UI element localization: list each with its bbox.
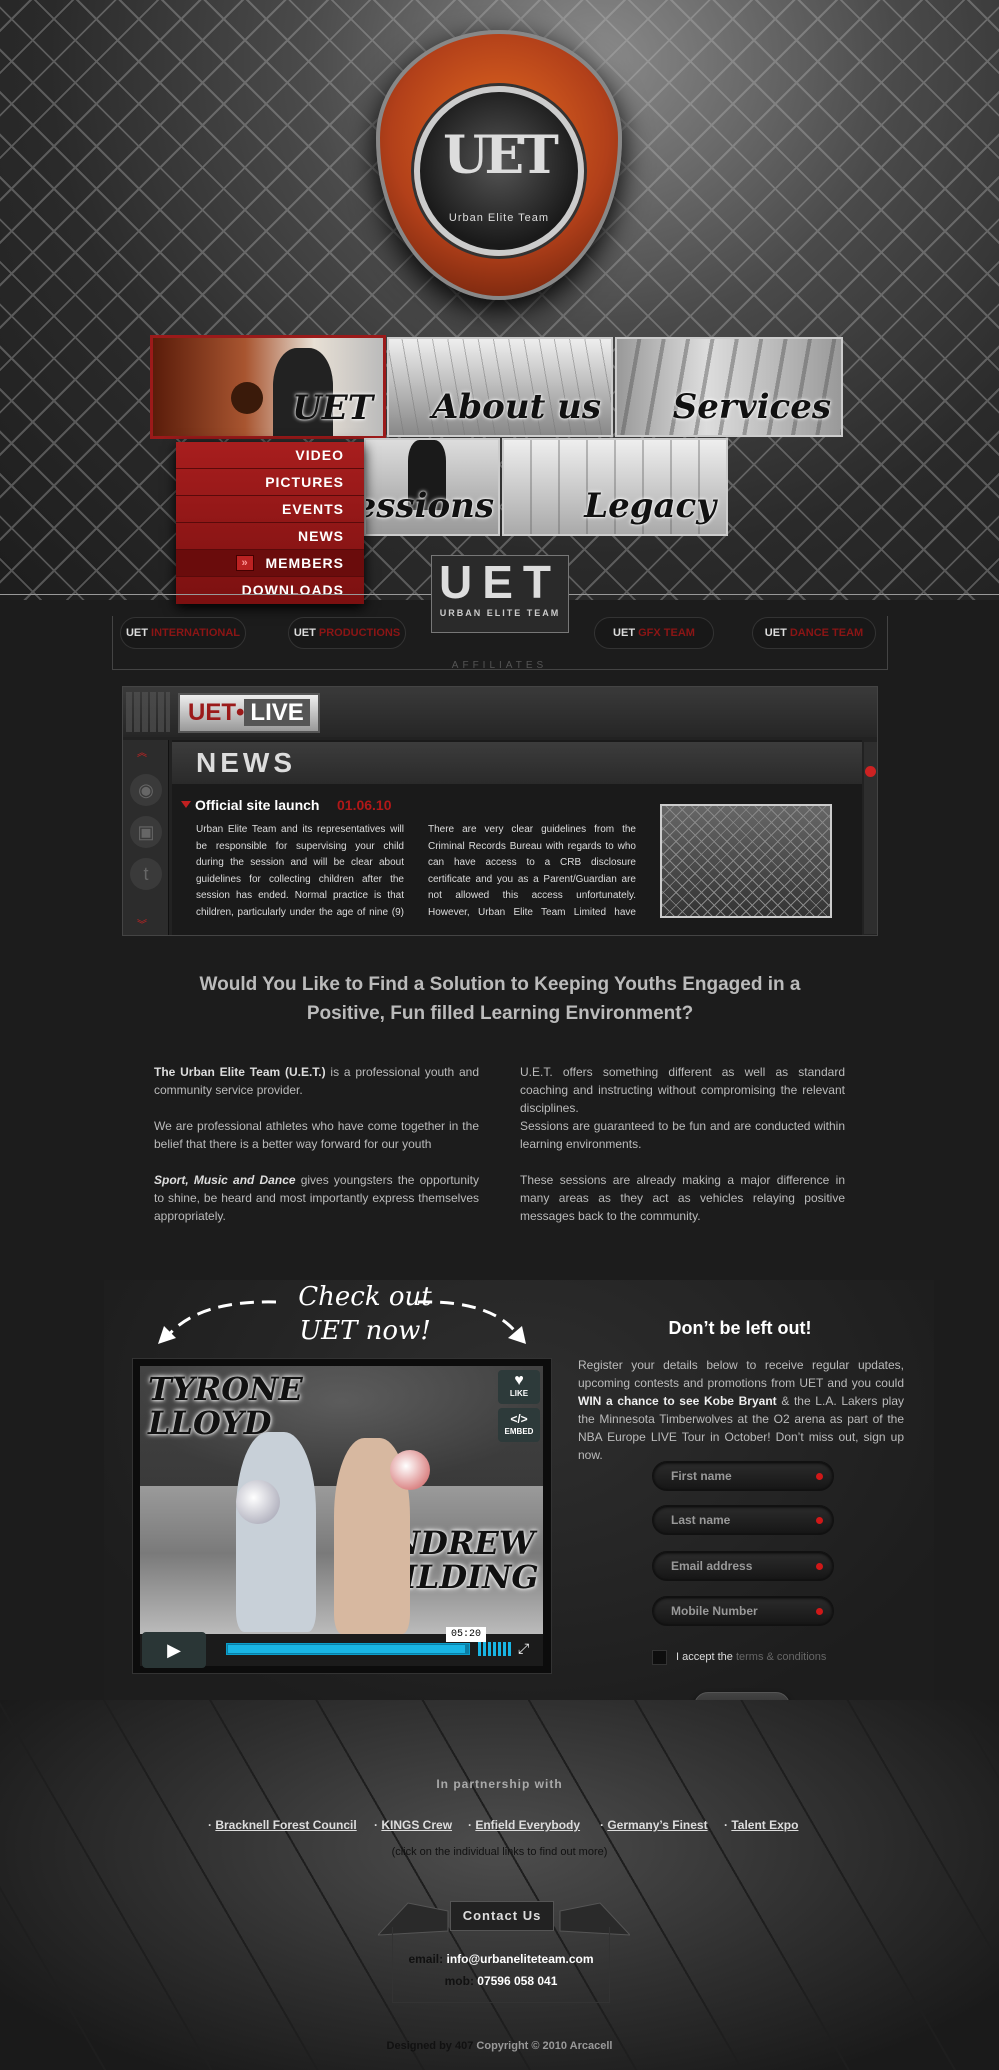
last-name-field[interactable]: Last name [652,1505,834,1535]
partner-link-talent-expo[interactable]: · Talent Expo [724,1818,798,1832]
submenu-item-label: MEMBERS [265,555,344,571]
double-chevron-icon: » [236,555,254,571]
cube-icon[interactable]: ▣ [130,816,162,848]
required-dot-icon [816,1473,823,1480]
basketball-right [390,1450,430,1490]
required-dot-icon [816,1517,823,1524]
nav-tile-label: Sessions [366,486,494,526]
nav-tile-services[interactable]: Services [615,337,843,437]
nav-tile-about-us[interactable]: About us [387,337,613,437]
partner-link-enfield[interactable]: · Enfield Everybody [468,1818,580,1832]
video-timestamp: 05:20 [446,1627,486,1642]
terms-label: I accept the terms & conditions [676,1651,827,1663]
intro-right-3: These sessions are already making a majo… [520,1173,845,1223]
scroll-thumb[interactable] [865,766,876,777]
basketball-left [236,1480,280,1524]
nav-tile-legacy[interactable]: Legacy [502,438,728,536]
submenu-item-pictures[interactable]: PICTURES [176,469,364,496]
rss-icon[interactable]: ◉ [130,774,162,806]
nav-tile-label: Legacy [584,486,716,526]
video-progress-bar[interactable] [226,1643,470,1655]
nav-tile-sessions[interactable]: Sessions [364,438,500,536]
footer-floor-background [0,1700,999,2070]
footer-credit: Designed by 407 Copyright © 2010 Arcacel… [386,2040,613,2052]
email-field[interactable]: Email address [652,1551,834,1581]
heart-icon: ♥ [514,1372,524,1389]
affiliate-uet-gfx-team[interactable]: UET GFX TEAM [594,617,714,649]
intro-left-3: Sport, Music and Dance gives youngsters … [154,1173,479,1223]
affiliate-uet-dance-team[interactable]: UET DANCE TEAM [752,617,876,649]
terms-checkbox[interactable] [652,1650,667,1665]
news-image[interactable] [660,804,832,918]
news-column-2: There are very clear guidelines from the… [428,824,636,918]
partner-link-germanys-finest[interactable]: · Germany’s Finest [600,1818,708,1832]
play-icon: ▶ [167,1640,181,1660]
video-progress-fill [228,1645,466,1653]
affiliate-uet-international[interactable]: UET INTERNATIONAL [120,617,246,649]
twitter-icon[interactable]: t [130,858,162,890]
chevron-up-icon[interactable]: ︽ [137,744,147,759]
affiliates-label: AFFILIATES [451,660,548,671]
code-icon: </> [510,1412,528,1426]
partner-link-kings-crew[interactable]: · KINGS Crew [374,1818,452,1832]
signup-text: Register your details below to receive r… [578,1358,905,1462]
like-button[interactable]: ♥ LIKE [498,1370,540,1404]
video-graffiti-left: TYRONE LLOYD [148,1370,303,1442]
play-button[interactable]: ▶ [142,1632,206,1668]
news-item-title[interactable]: Official site launch [195,797,319,813]
mobile-field[interactable]: Mobile Number [652,1596,834,1626]
partner-link-bracknell[interactable]: · Bracknell Forest Council [208,1818,357,1832]
brand-box-title: UET [439,556,561,608]
contact-mobile: mob: 07596 058 041 [444,1974,558,1988]
bullet-triangle-icon [181,801,191,808]
intro-left-1: The Urban Elite Team (U.E.T.) is a profe… [154,1065,479,1097]
volume-icon[interactable] [478,1642,512,1656]
live-sidebar: ︽ ◉ ▣ t ︾ [123,740,169,935]
required-dot-icon [816,1563,823,1570]
nav-tile-uet[interactable]: UET [150,335,386,439]
nav-tile-label: About us [432,387,601,427]
nav-tile-label: Services [672,387,831,427]
news-section-title: NEWS [196,747,296,778]
affiliate-uet-productions[interactable]: UET PRODUCTIONS [288,617,406,649]
video-callout: Check out UET now! [298,1282,432,1346]
intro-left-2: We are professional athletes who have co… [154,1119,479,1151]
terms-link[interactable]: terms & conditions [736,1651,826,1663]
intro-heading: Would You Like to Find a Solution to Kee… [199,974,801,1024]
video-person-left [236,1432,316,1632]
submenu-item-news[interactable]: NEWS [176,523,364,550]
contact-email: email: info@urbaneliteteam.com [408,1952,594,1966]
submenu-item-video[interactable]: VIDEO [176,442,364,469]
news-column-1: Urban Elite Team and its representatives… [196,824,404,918]
embed-button[interactable]: </> EMBED [498,1408,540,1442]
news-item-date: 01.06.10 [337,797,392,813]
intro-right-2: Sessions are guaranteed to be fun and ar… [520,1119,845,1151]
equalizer-icon [126,692,170,732]
mobile-number: 07596 058 041 [477,1974,558,1988]
logo-subtitle: Urban Elite Team [448,212,550,224]
news-scrollbar[interactable] [864,742,877,934]
fullscreen-icon[interactable]: ⤢ [518,1640,529,1657]
email-link[interactable]: info@urbaneliteteam.com [446,1952,593,1966]
uet-live-logo[interactable]: UET• LIVE [178,693,320,733]
chevron-down-icon[interactable]: ︾ [137,916,147,931]
submenu-item-members[interactable]: » MEMBERS [176,550,364,577]
partner-note: (click on the individual links to find o… [391,1846,608,1858]
required-dot-icon [816,1608,823,1615]
signup-heading: Don’t be left out! [668,1318,812,1338]
submenu: VIDEO PICTURES EVENTS NEWS » MEMBERS DOW… [176,442,364,604]
first-name-field[interactable]: First name [652,1461,834,1491]
nav-tile-label: UET [292,388,373,428]
partnership-heading: In partnership with [436,1777,563,1791]
submenu-item-events[interactable]: EVENTS [176,496,364,523]
submenu-item-downloads[interactable]: DOWNLOADS [176,577,364,604]
logo-mark: UET [443,125,559,186]
intro-right-1: U.E.T. offers something different as wel… [520,1065,845,1115]
